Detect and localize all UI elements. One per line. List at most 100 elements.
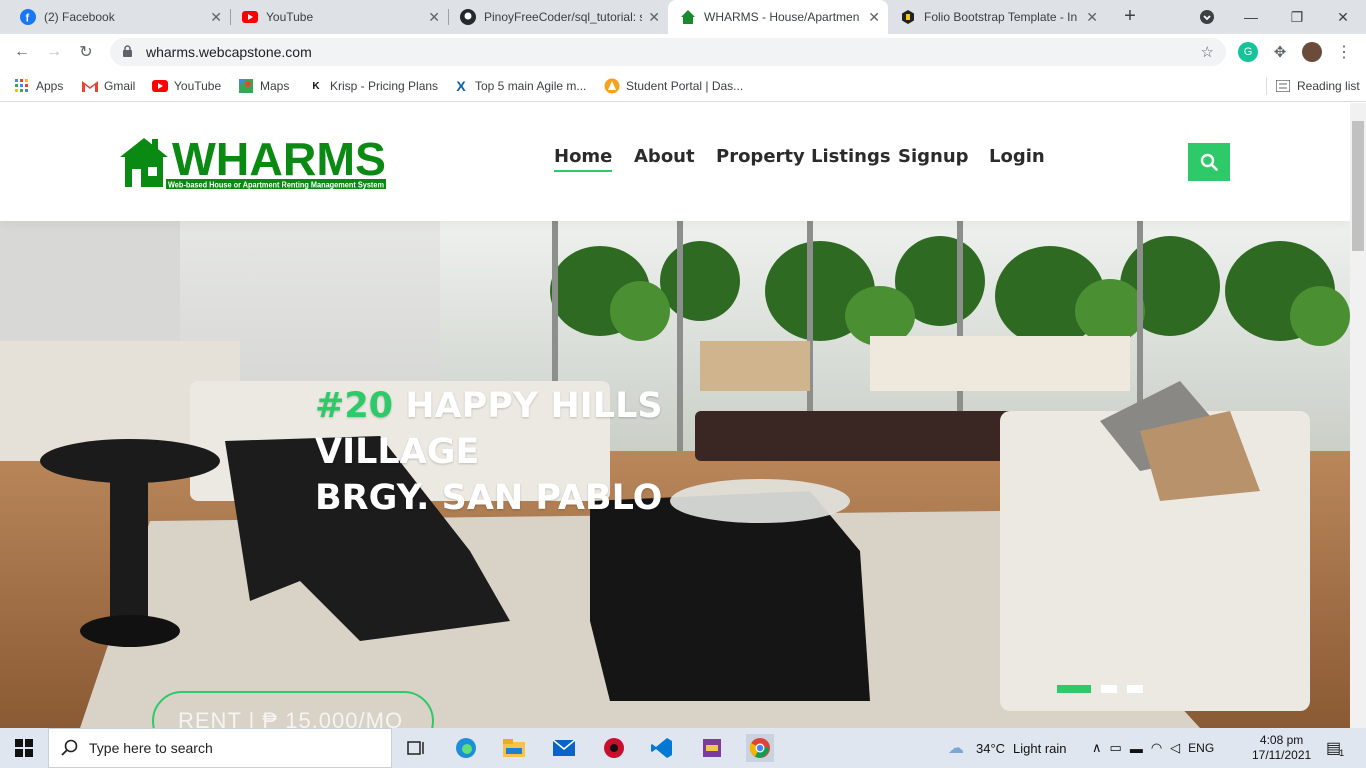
reading-list-label: Reading list	[1297, 79, 1360, 93]
url-text: wharms.webcapstone.com	[146, 44, 312, 60]
minimize-button[interactable]: —	[1228, 0, 1274, 34]
nav-signup[interactable]: Signup	[898, 146, 969, 167]
edge-icon[interactable]	[452, 734, 480, 762]
close-window-button[interactable]: ✕	[1320, 0, 1366, 34]
bookmark-agile[interactable]: X Top 5 main Agile m...	[453, 77, 586, 95]
search-button[interactable]	[1188, 143, 1230, 181]
app-red-icon[interactable]	[600, 734, 628, 762]
apps-grid-icon	[14, 78, 30, 94]
bookmark-star-icon[interactable]: ☆	[1201, 43, 1214, 61]
reading-list-button[interactable]: Reading list	[1266, 77, 1360, 95]
bookmarks-bar: Apps Gmail YouTube Maps K Krisp - Pricin…	[0, 70, 1366, 102]
maps-icon	[238, 78, 254, 94]
hero-carousel[interactable]: #20 HAPPY HILLS VILLAGE BRGY. SAN PABLO …	[0, 221, 1350, 728]
chrome-taskbar-icon[interactable]	[746, 734, 774, 762]
lock-icon	[122, 45, 136, 59]
weather-temp: 34°C	[976, 740, 1006, 756]
close-tab-icon[interactable]: ✕	[210, 9, 222, 26]
page-scrollbar[interactable]	[1350, 103, 1366, 728]
bookmark-apps[interactable]: Apps	[14, 77, 63, 95]
bookmark-maps[interactable]: Maps	[238, 77, 289, 95]
file-explorer-icon[interactable]	[500, 734, 528, 762]
bootstrap-icon	[900, 9, 916, 25]
taskbar-search-box[interactable]: Type here to search	[48, 728, 392, 768]
hero-property-title: #20 HAPPY HILLS VILLAGE BRGY. SAN PABLO	[315, 383, 663, 521]
new-tab-button[interactable]: +	[1118, 5, 1142, 29]
reload-button[interactable]: ↻	[74, 40, 98, 64]
tab-youtube[interactable]: YouTube ✕	[230, 0, 448, 34]
page-viewport: WHARMS Web-based House or Apartment Rent…	[0, 103, 1350, 728]
browser-tab-bar: f (2) Facebook ✕ YouTube ✕ PinoyFreeCode…	[0, 0, 1366, 34]
close-tab-icon[interactable]: ✕	[648, 9, 660, 26]
weather-description: Light rain	[1013, 740, 1067, 756]
reading-list-icon	[1275, 78, 1291, 94]
tab-facebook[interactable]: f (2) Facebook ✕	[8, 0, 230, 34]
bookmark-youtube[interactable]: YouTube	[152, 77, 221, 95]
extensions-puzzle-icon[interactable]: ✥	[1270, 42, 1290, 62]
mail-icon[interactable]	[550, 734, 578, 762]
bookmark-label: Top 5 main Agile m...	[475, 79, 587, 93]
weather-widget[interactable]: ☁ 34°C Light rain	[948, 728, 1067, 768]
notification-center-button[interactable]: ▤ 1	[1326, 728, 1344, 768]
nav-property-listings[interactable]: Property Listings	[716, 146, 891, 167]
hero-property-number: #20	[315, 386, 394, 426]
address-bar[interactable]: wharms.webcapstone.com ☆	[110, 38, 1226, 66]
chevron-down-icon	[1200, 10, 1214, 24]
clock-date: 17/11/2021	[1252, 748, 1312, 762]
close-tab-icon[interactable]: ✕	[1086, 9, 1098, 26]
forward-button[interactable]: →	[42, 40, 66, 64]
bookmark-label: Student Portal | Das...	[626, 79, 744, 93]
nav-about[interactable]: About	[634, 146, 695, 167]
reload-icon: ↻	[79, 44, 93, 61]
nav-login[interactable]: Login	[989, 146, 1045, 167]
profile-avatar[interactable]	[1302, 42, 1322, 62]
nav-home[interactable]: Home	[554, 146, 613, 172]
input-language[interactable]: ENG	[1188, 741, 1214, 755]
scrollbar-thumb[interactable]	[1352, 121, 1364, 251]
rent-price-button[interactable]: RENT | ₱ 15,000/MO	[152, 691, 434, 728]
wifi-icon[interactable]: ◠	[1151, 740, 1162, 756]
clock[interactable]: 4:08 pm 17/11/2021	[1252, 728, 1311, 768]
tab-search-button[interactable]	[1184, 0, 1230, 34]
notification-count: 1	[1339, 748, 1345, 758]
tab-title: YouTube	[266, 10, 314, 24]
carousel-dot-1[interactable]	[1057, 685, 1091, 693]
chevron-up-icon[interactable]: ∧	[1092, 740, 1102, 756]
bookmark-label: Maps	[260, 79, 290, 93]
tab-title: PinoyFreeCoder/sql_tutorial: s	[484, 10, 643, 24]
tab-title: WHARMS - House/Apartmen	[704, 10, 860, 24]
search-icon	[1200, 153, 1218, 171]
house-icon	[680, 9, 696, 25]
tab-wharms[interactable]: WHARMS - House/Apartmen ✕	[668, 0, 888, 34]
winrar-icon[interactable]	[698, 734, 726, 762]
carousel-dot-2[interactable]	[1101, 685, 1117, 693]
tab-folio[interactable]: Folio Bootstrap Template - In ✕	[888, 0, 1106, 34]
back-button[interactable]: ←	[10, 40, 34, 64]
device-icon[interactable]: ▭	[1110, 740, 1122, 756]
volume-icon[interactable]: ◁	[1170, 740, 1180, 756]
task-view-icon[interactable]	[402, 734, 430, 762]
battery-icon[interactable]: ▬	[1130, 741, 1143, 756]
windows-logo-icon	[15, 739, 33, 757]
grammarly-extension-icon[interactable]: G	[1238, 42, 1258, 62]
bookmark-krisp[interactable]: K Krisp - Pricing Plans	[308, 77, 438, 95]
clock-time: 4:08 pm	[1259, 733, 1304, 747]
gmail-icon	[82, 78, 98, 94]
site-header: WHARMS Web-based House or Apartment Rent…	[0, 103, 1350, 221]
carousel-dot-3[interactable]	[1127, 685, 1143, 693]
browser-toolbar: ← → ↻ wharms.webcapstone.com ☆ G ✥ ⋮	[0, 34, 1366, 70]
menu-kebab-icon[interactable]: ⋮	[1334, 42, 1354, 62]
restore-button[interactable]: ❐	[1274, 0, 1320, 34]
bookmark-student-portal[interactable]: Student Portal | Das...	[604, 77, 743, 95]
arrow-left-icon: ←	[14, 43, 30, 60]
extension-letter: G	[1243, 46, 1253, 58]
vscode-icon[interactable]	[648, 734, 676, 762]
close-tab-icon[interactable]: ✕	[868, 9, 880, 26]
bookmark-gmail[interactable]: Gmail	[82, 77, 135, 95]
tab-github[interactable]: PinoyFreeCoder/sql_tutorial: s ✕	[448, 0, 668, 34]
close-tab-icon[interactable]: ✕	[428, 9, 440, 26]
bookmark-label: Krisp - Pricing Plans	[330, 79, 439, 93]
site-logo[interactable]: WHARMS Web-based House or Apartment Rent…	[118, 133, 388, 191]
windows-start-button[interactable]	[10, 734, 38, 762]
tab-title: (2) Facebook	[44, 10, 115, 24]
